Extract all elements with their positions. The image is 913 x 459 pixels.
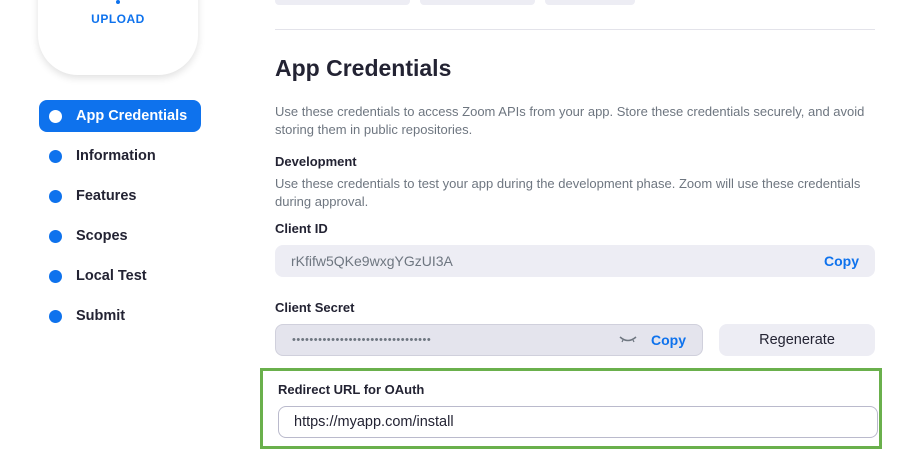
copy-client-secret-button[interactable]: Copy (651, 332, 686, 348)
sidebar-item-label: Features (76, 188, 137, 204)
client-secret-field: •••••••••••••••••••••••••••••••• Copy (275, 324, 703, 356)
eye-closed-icon[interactable] (619, 335, 637, 345)
step-dot-icon (49, 269, 62, 283)
sidebar-item-information[interactable]: Information (39, 140, 201, 172)
upload-button[interactable]: UPLOAD (38, 12, 198, 26)
client-secret-label: Client Secret (275, 300, 355, 315)
sidebar-item-scopes[interactable]: Scopes (39, 220, 201, 252)
step-dot-icon (49, 109, 62, 123)
step-dot-icon (49, 149, 62, 163)
regenerate-button[interactable]: Regenerate (719, 324, 875, 356)
sidebar-item-label: Information (76, 148, 156, 164)
cropped-tag (545, 0, 635, 5)
upload-card: UPLOAD (38, 0, 198, 75)
sidebar-item-label: Scopes (76, 228, 128, 244)
sidebar-nav: App Credentials Information Features Sco… (39, 100, 201, 340)
redirect-url-highlight: Redirect URL for OAuth (260, 368, 882, 449)
divider (275, 29, 875, 30)
sidebar-item-submit[interactable]: Submit (39, 300, 201, 332)
step-dot-icon (49, 189, 62, 203)
client-id-value[interactable]: rKfifw5QKe9wxgYGzUI3A (275, 253, 824, 269)
sidebar-item-app-credentials[interactable]: App Credentials (39, 100, 201, 132)
cropped-tag (275, 0, 410, 5)
step-dot-icon (49, 229, 62, 243)
cropped-tag (420, 0, 535, 5)
credentials-description: Use these credentials to access Zoom API… (275, 104, 865, 137)
sidebar-item-label: Submit (76, 308, 126, 324)
development-description: Use these credentials to test your app d… (275, 176, 861, 209)
copy-client-id-button[interactable]: Copy (824, 253, 859, 269)
page-title: App Credentials (275, 55, 452, 81)
redirect-url-input[interactable] (278, 406, 878, 438)
upload-icon (116, 0, 120, 4)
sidebar-item-local-test[interactable]: Local Test (39, 260, 201, 292)
sidebar-item-label: App Credentials (76, 108, 188, 124)
client-id-label: Client ID (275, 221, 328, 236)
development-heading: Development (275, 154, 357, 169)
redirect-url-label: Redirect URL for OAuth (278, 382, 425, 397)
client-secret-value[interactable]: •••••••••••••••••••••••••••••••• (276, 334, 619, 346)
client-id-field: rKfifw5QKe9wxgYGzUI3A Copy (275, 245, 875, 277)
step-dot-icon (49, 309, 62, 323)
sidebar-item-label: Local Test (76, 268, 147, 284)
sidebar-item-features[interactable]: Features (39, 180, 201, 212)
